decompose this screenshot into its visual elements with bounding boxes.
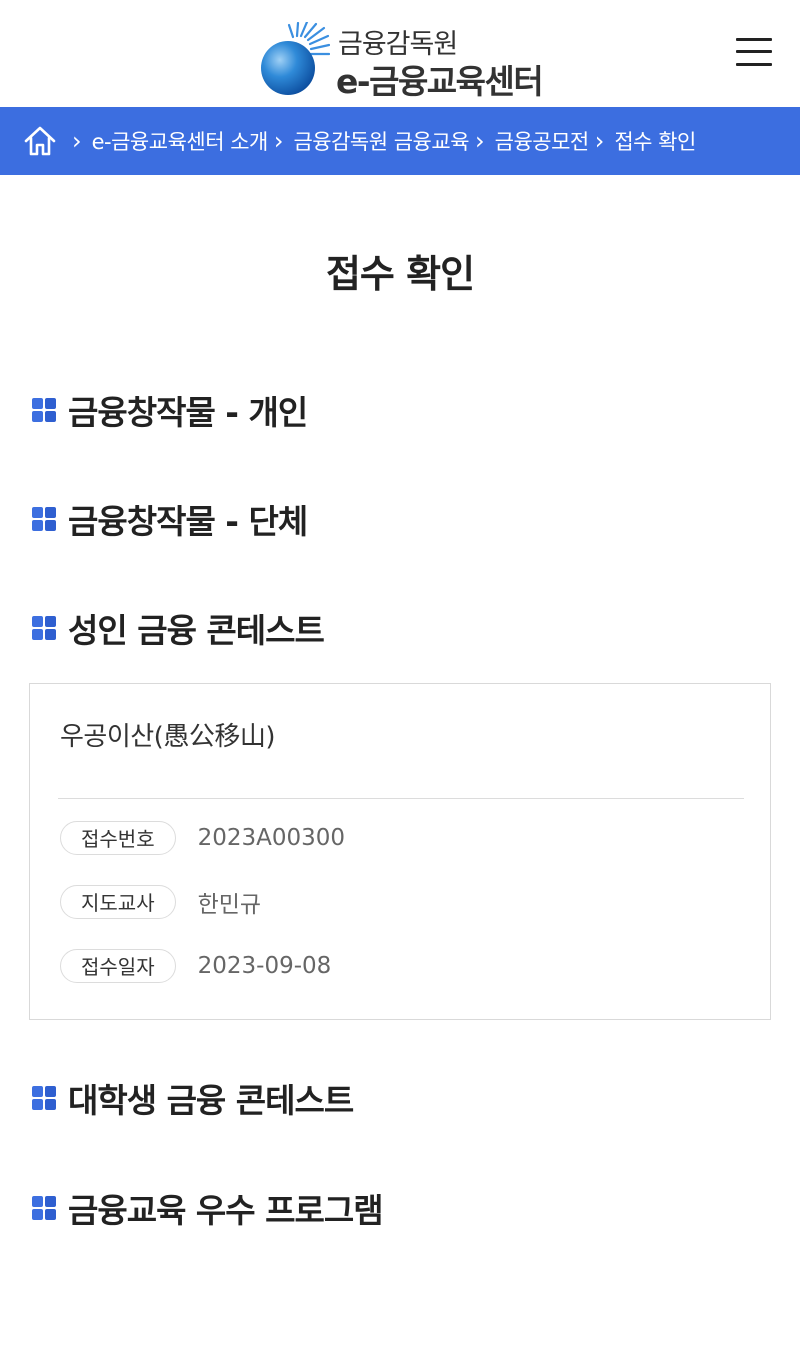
- home-icon[interactable]: [22, 123, 58, 159]
- menu-line: [736, 38, 772, 41]
- field-label: 접수번호: [60, 821, 176, 855]
- breadcrumb-item-fss-education[interactable]: 금융감독원 금융교육: [293, 126, 469, 156]
- divider: [58, 798, 744, 799]
- hamburger-menu-icon[interactable]: [734, 36, 774, 70]
- chevron-right-icon: ›: [475, 127, 485, 155]
- field-label: 지도교사: [60, 885, 176, 919]
- section-title: 금융교육 우수 프로그램: [68, 1191, 384, 1230]
- site-header: 금융감독원 e-금융교육센터: [0, 0, 800, 107]
- breadcrumb: › e-금융교육센터 소개 › 금융감독원 금융교육 › 금융공모전 › 접수 …: [0, 107, 800, 175]
- breadcrumb-item-current[interactable]: 접수 확인: [614, 126, 696, 156]
- field-row-teacher: 지도교사 한민규: [60, 884, 261, 920]
- section-adult-contest[interactable]: 성인 금융 콘테스트: [32, 606, 325, 650]
- field-row-receipt-date: 접수일자 2023-09-08: [60, 948, 331, 984]
- page-title: 접수 확인: [325, 252, 475, 296]
- section-bullet-icon: [32, 398, 56, 422]
- field-label: 접수일자: [60, 949, 176, 983]
- field-row-receipt-number: 접수번호 2023A00300: [60, 820, 345, 856]
- section-title: 대학생 금융 콘테스트: [68, 1081, 354, 1120]
- section-creative-group[interactable]: 금융창작물 - 단체: [32, 497, 308, 541]
- section-education-program[interactable]: 금융교육 우수 프로그램: [32, 1186, 384, 1230]
- section-title: 금융창작물 - 단체: [68, 502, 308, 541]
- chevron-right-icon: ›: [72, 127, 82, 155]
- menu-line: [736, 63, 772, 66]
- section-title: 성인 금융 콘테스트: [68, 611, 325, 650]
- breadcrumb-item-about[interactable]: e-금융교육센터 소개: [92, 126, 269, 156]
- logo-globe-icon: [261, 22, 330, 95]
- field-value: 한민규: [197, 892, 262, 918]
- section-bullet-icon: [32, 1086, 56, 1110]
- section-title: 금융창작물 - 개인: [68, 393, 308, 432]
- chevron-right-icon: ›: [273, 127, 284, 155]
- site-logo[interactable]: 금융감독원 e-금융교육센터: [258, 22, 558, 101]
- logo-site-name: e-금융교육센터: [336, 62, 544, 101]
- breadcrumb-item-contest[interactable]: 금융공모전: [495, 126, 590, 156]
- section-bullet-icon: [32, 507, 56, 531]
- submission-card: 우공이산(愚公移山) 접수번호 2023A00300 지도교사 한민규 접수일자…: [29, 683, 771, 1020]
- field-value: 2023A00300: [197, 825, 346, 851]
- section-creative-individual[interactable]: 금융창작물 - 개인: [32, 388, 308, 432]
- field-value: 2023-09-08: [197, 953, 332, 979]
- submission-title: 우공이산(愚公移山): [60, 722, 275, 752]
- section-bullet-icon: [32, 616, 56, 640]
- section-bullet-icon: [32, 1196, 56, 1220]
- chevron-right-icon: ›: [594, 127, 605, 155]
- menu-line: [736, 50, 772, 53]
- section-university-contest[interactable]: 대학생 금융 콘테스트: [32, 1076, 354, 1120]
